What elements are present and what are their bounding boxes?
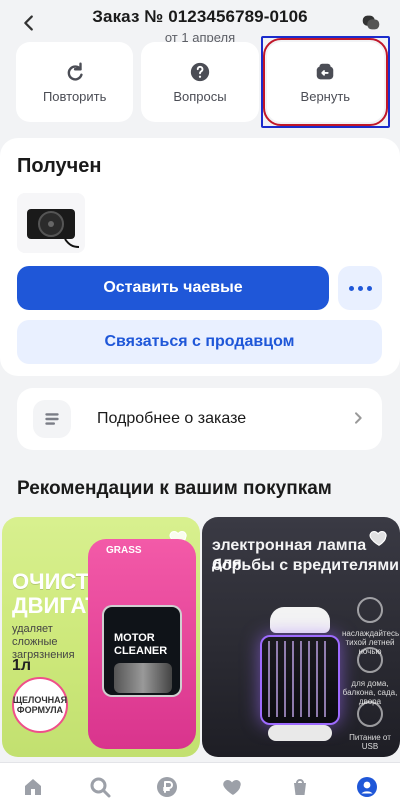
tab-profile[interactable] <box>350 770 384 804</box>
order-title: Заказ № 0123456789-0106 <box>92 7 308 26</box>
return-button[interactable]: Вернуть <box>260 36 391 128</box>
questions-label: Вопросы <box>173 88 227 104</box>
lamp-grill <box>268 641 332 717</box>
badge-line: ФОРМУЛА <box>16 705 64 715</box>
list-icon <box>33 400 71 438</box>
home-icon <box>25 778 42 795</box>
tab-search[interactable] <box>83 770 117 804</box>
chevron-right-icon <box>355 412 362 424</box>
dot-icon <box>348 285 354 291</box>
sun-icon <box>357 647 383 673</box>
tab-favorites[interactable] <box>216 770 250 804</box>
product-bottle: GRASS MOTOR CLEANER <box>88 539 196 749</box>
tab-cart[interactable] <box>283 770 317 804</box>
order-status: Получен <box>17 155 102 177</box>
return-label: Вернуть <box>300 88 351 104</box>
product-desc-line: удаляет <box>12 623 53 635</box>
ruble-icon <box>156 776 177 797</box>
dot-icon <box>357 285 363 291</box>
repeat-icon <box>67 62 83 81</box>
question-icon <box>190 62 210 81</box>
badge-line: ЩЕЛОЧНАЯ <box>12 695 68 705</box>
bottle-label-line: MOTOR <box>114 632 155 644</box>
repeat-label: Повторить <box>42 88 107 104</box>
bottom-tab-bar <box>0 762 400 810</box>
product-volume: 1л <box>12 657 32 674</box>
chat-icon[interactable] <box>360 12 382 34</box>
bottle-label-line: CLEANER <box>114 645 168 657</box>
feature-usb: Питание от USB <box>342 701 398 751</box>
lamp-base <box>268 725 332 741</box>
return-icon <box>317 63 334 79</box>
order-details-label: Подробнее о заказе <box>97 410 247 427</box>
contact-seller-button[interactable]: Связаться с продавцом <box>17 320 382 364</box>
product-desc-line: сложные <box>12 636 58 648</box>
formula-badge: ЩЕЛОЧНАЯ ФОРМУЛА <box>12 677 68 733</box>
tab-finance[interactable] <box>150 770 184 804</box>
profile-icon <box>356 776 377 797</box>
basket-icon <box>293 778 306 795</box>
lamp-image <box>254 607 346 741</box>
order-details-row[interactable]: Подробнее о заказе <box>17 388 382 450</box>
dot-icon <box>366 285 372 291</box>
product-card[interactable]: ОЧИСТИТЕЛЬ ДВИГАТЕЛЯ удаляет сложные заг… <box>2 517 200 757</box>
questions-button[interactable]: Вопросы <box>141 42 259 122</box>
recommendations-title: Рекомендации к вашим покупкам <box>17 478 332 499</box>
feature-places: для дома, балкона, сада, двора <box>342 647 398 706</box>
tab-home[interactable] <box>16 770 50 804</box>
moon-icon <box>357 597 383 623</box>
engine-image <box>114 663 172 693</box>
search-icon <box>90 777 111 797</box>
product-headline: борьбы с вредителями <box>212 557 400 574</box>
leave-tip-button[interactable]: Оставить чаевые <box>17 266 329 310</box>
order-actions: Повторить Вопросы Вернуть <box>16 36 391 128</box>
lamp-cap <box>270 607 330 633</box>
usb-icon <box>357 701 383 727</box>
product-card[interactable]: электронная лампа для борьбы с вредителя… <box>202 517 400 757</box>
product-thumbnail[interactable] <box>17 193 85 253</box>
repeat-button[interactable]: Повторить <box>16 42 134 122</box>
feature-text: Питание от USB <box>349 733 391 751</box>
brand-label: GRASS <box>106 545 142 556</box>
more-options-button[interactable] <box>338 266 382 310</box>
heart-icon <box>223 779 242 795</box>
bottle-label: MOTOR CLEANER <box>102 605 182 697</box>
